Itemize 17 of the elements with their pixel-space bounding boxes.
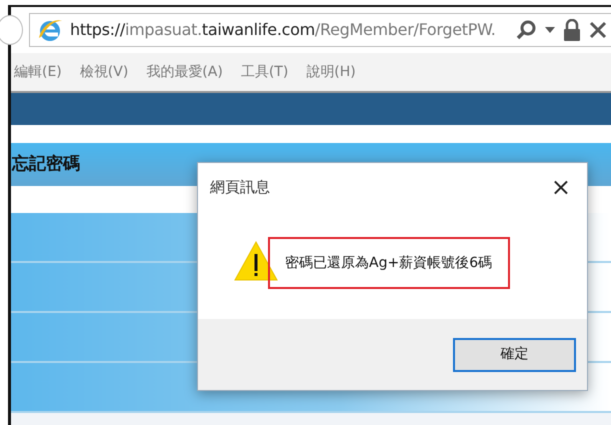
search-icon[interactable] [515, 19, 537, 41]
menu-item[interactable]: 檢視(V) [80, 62, 128, 82]
close-icon[interactable] [589, 21, 607, 39]
page-title: 忘記密碼 [12, 152, 80, 176]
address-field[interactable]: https://impasuat.taiwanlife.com/RegMember/ForgetPW. [29, 13, 611, 47]
menu-item[interactable]: 我的最愛(A) [146, 62, 223, 82]
menu-item[interactable]: 說明(H) [306, 62, 356, 82]
message-text: 密碼已還原為Ag+薪資帳號後6碼 [268, 237, 510, 289]
menu-item[interactable]: 編輯(E) [14, 62, 62, 82]
dialog-title: 網頁訊息 [210, 176, 270, 198]
url-text: https://impasuat.taiwanlife.com/RegMember/ForgetPW. [70, 19, 496, 41]
dropdown-caret-icon[interactable] [545, 27, 555, 33]
menu-item[interactable]: 工具(T) [240, 62, 288, 82]
ok-button[interactable]: 確定 [453, 338, 576, 372]
close-button[interactable]: × [546, 175, 575, 199]
lock-icon [563, 19, 581, 41]
warning-icon [234, 241, 278, 281]
